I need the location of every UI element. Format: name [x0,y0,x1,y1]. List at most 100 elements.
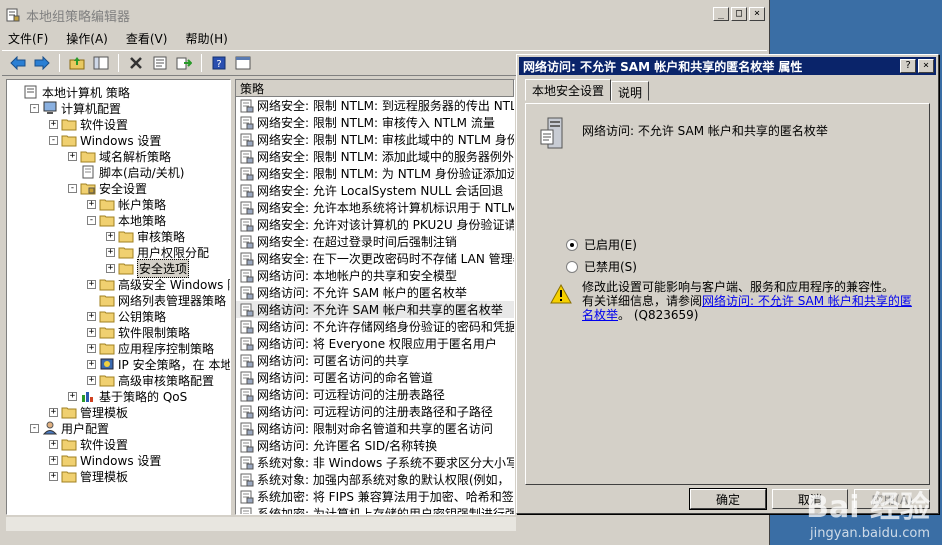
tab-local-security-setting[interactable]: 本地安全设置 [525,79,612,101]
policy-list-pane[interactable]: 策略 网络安全: 限制 NTLM: 到远程服务器的传出 NTLM 网络安全: 限制… [235,79,515,515]
expand-icon[interactable]: + [106,263,115,273]
policy-row[interactable]: 网络访问: 限制对命名管道和共享的匿名访问 [236,420,514,437]
policy-row[interactable]: 系统对象: 非 Windows 子系统不要求区分大小写 [236,454,514,471]
tree-node[interactable]: + 管理模板 [49,468,128,484]
menu-action[interactable]: 操作(A) [66,30,108,47]
ok-button[interactable]: 确定 [689,488,767,510]
tree-node[interactable]: + 软件限制策略 [87,324,190,340]
policy-row[interactable]: 系统加密: 为计算机上存储的用户密钥强制进行强 [236,505,514,514]
expand-icon[interactable]: + [68,151,77,161]
tree-node[interactable]: + 软件设置 [49,436,128,452]
policy-row[interactable]: 网络访问: 可匿名访问的共享 [236,352,514,369]
expand-icon[interactable]: + [87,311,96,321]
expand-icon[interactable]: + [87,359,96,369]
dialog-titlebar[interactable]: 网络访问: 不允许 SAM 帐户和共享的匿名枚举 属性 ? × [519,57,936,75]
tree-node[interactable]: 网络列表管理器策略 [87,292,226,308]
tree-node[interactable]: - 计算机配置 [30,100,121,116]
policy-row[interactable]: 网络访问: 本地帐户的共享和安全模型 [236,267,514,284]
tree-node[interactable]: + 应用程序控制策略 [87,340,214,356]
policy-row[interactable]: 网络访问: 将 Everyone 权限应用于匿名用户 [236,335,514,352]
enabled-option[interactable]: 已启用(E) [566,236,637,253]
dialog-help-button[interactable]: ? [900,59,916,73]
policy-row[interactable]: 网络访问: 不允许存储网络身份验证的密码和凭据 [236,318,514,335]
tree-node[interactable]: - Windows 设置 [49,132,161,148]
tree-node[interactable]: + 安全选项 [106,258,190,278]
expand-icon[interactable]: + [106,231,115,241]
horizontal-scrollbar[interactable] [6,517,516,531]
maximize-button[interactable]: □ [731,7,747,21]
policy-row[interactable]: 网络访问: 不允许 SAM 帐户和共享的匿名枚举 [236,301,514,318]
main-titlebar[interactable]: 本地组策略编辑器 _ □ × [2,2,767,28]
policy-row[interactable]: 网络访问: 可远程访问的注册表路径和子路径 [236,403,514,420]
tree-node[interactable]: - 用户配置 [30,420,109,436]
tree-node[interactable]: + 审核策略 [106,228,185,244]
disabled-radio[interactable] [566,260,578,273]
collapse-icon[interactable]: - [49,135,58,145]
expand-icon[interactable]: + [87,279,96,289]
show-tree-icon[interactable] [91,53,111,73]
expand-icon[interactable]: + [87,199,96,209]
tab-explain[interactable]: 说明 [611,81,650,101]
export-icon[interactable] [174,53,194,73]
expand-icon[interactable]: + [87,375,96,385]
expand-icon[interactable]: + [106,247,115,257]
tree-node[interactable]: + 管理模板 [49,404,128,420]
up-folder-icon[interactable] [67,53,87,73]
tree-node[interactable]: 脚本(启动/关机) [68,164,184,180]
tree-node[interactable]: - 本地策略 [87,212,166,228]
console-icon[interactable] [233,53,253,73]
collapse-icon[interactable]: - [30,103,39,113]
policy-row[interactable]: 系统对象: 加强内部系统对象的默认权限(例如， [236,471,514,488]
policy-row[interactable]: 网络安全: 限制 NTLM: 为 NTLM 身份验证添加远程 [236,165,514,182]
expand-icon[interactable]: + [87,327,96,337]
disabled-option[interactable]: 已禁用(S) [566,258,637,275]
policy-row[interactable]: 网络安全: 限制 NTLM: 审核传入 NTLM 流量 [236,114,514,131]
menu-file[interactable]: 文件(F) [8,30,48,47]
tree-pane[interactable]: 本地计算机 策略 - 计算机配置 + 软件设置 - Windows 设置 + 域名解析策略 脚本(… [6,79,231,515]
expand-icon[interactable]: + [87,343,96,353]
minimize-button[interactable]: _ [713,7,729,21]
expand-icon[interactable]: + [49,439,58,449]
tree-node[interactable]: + 高级审核策略配置 [87,372,214,388]
expand-icon[interactable]: + [49,471,58,481]
column-header-policy[interactable]: 策略 [236,80,514,97]
tree-node[interactable]: + Windows 设置 [49,452,161,468]
policy-row[interactable]: 网络安全: 在超过登录时间后强制注销 [236,233,514,250]
forward-icon[interactable] [32,53,52,73]
policy-row[interactable]: 网络安全: 限制 NTLM: 审核此域中的 NTLM 身份验 [236,131,514,148]
tree-node[interactable]: + IP 安全策略，在 本地 [87,356,230,372]
policy-row[interactable]: 网络访问: 允许匿名 SID/名称转换 [236,437,514,454]
delete-icon[interactable] [126,53,146,73]
tree-node[interactable]: + 基于策略的 QoS [68,388,187,404]
tree-node[interactable]: - 安全设置 [68,180,147,196]
menu-view[interactable]: 查看(V) [126,30,168,47]
menu-help[interactable]: 帮助(H) [185,30,227,47]
policy-row[interactable]: 网络访问: 可远程访问的注册表路径 [236,386,514,403]
collapse-icon[interactable]: - [30,423,39,433]
policy-row[interactable]: 系统加密: 将 FIPS 兼容算法用于加密、哈希和签 [236,488,514,505]
expand-icon[interactable]: + [49,455,58,465]
enabled-radio[interactable] [566,238,578,251]
policy-row[interactable]: 网络安全: 在下一次更改密码时不存储 LAN 管理器 [236,250,514,267]
policy-row[interactable]: 网络安全: 限制 NTLM: 添加此域中的服务器例外 [236,148,514,165]
policy-row[interactable]: 网络安全: 允许本地系统将计算机标识用于 NTLM [236,199,514,216]
tree-node[interactable]: + 公钥策略 [87,308,166,324]
policy-row[interactable]: 网络访问: 可匿名访问的命名管道 [236,369,514,386]
help-icon[interactable]: ? [209,53,229,73]
tree-node[interactable]: + 域名解析策略 [68,148,171,164]
policy-row[interactable]: 网络安全: 允许 LocalSystem NULL 会话回退 [236,182,514,199]
expand-icon[interactable]: + [68,391,77,401]
policy-row[interactable]: 网络安全: 允许对该计算机的 PKU2U 身份验证请求 [236,216,514,233]
close-button[interactable]: × [749,7,765,21]
policy-row[interactable]: 网络安全: 限制 NTLM: 到远程服务器的传出 NTLM [236,97,514,114]
tree-node[interactable]: 本地计算机 策略 [11,84,130,100]
dialog-close-button[interactable]: × [918,59,934,73]
policy-row[interactable]: 网络访问: 不允许 SAM 帐户的匿名枚举 [236,284,514,301]
tree-node[interactable]: + 帐户策略 [87,196,166,212]
properties-icon[interactable] [150,53,170,73]
tree-node[interactable]: + 高级安全 Windows 防火 [87,276,230,292]
expand-icon[interactable]: + [49,119,58,129]
expand-icon[interactable]: + [49,407,58,417]
collapse-icon[interactable]: - [87,215,96,225]
back-icon[interactable] [8,53,28,73]
